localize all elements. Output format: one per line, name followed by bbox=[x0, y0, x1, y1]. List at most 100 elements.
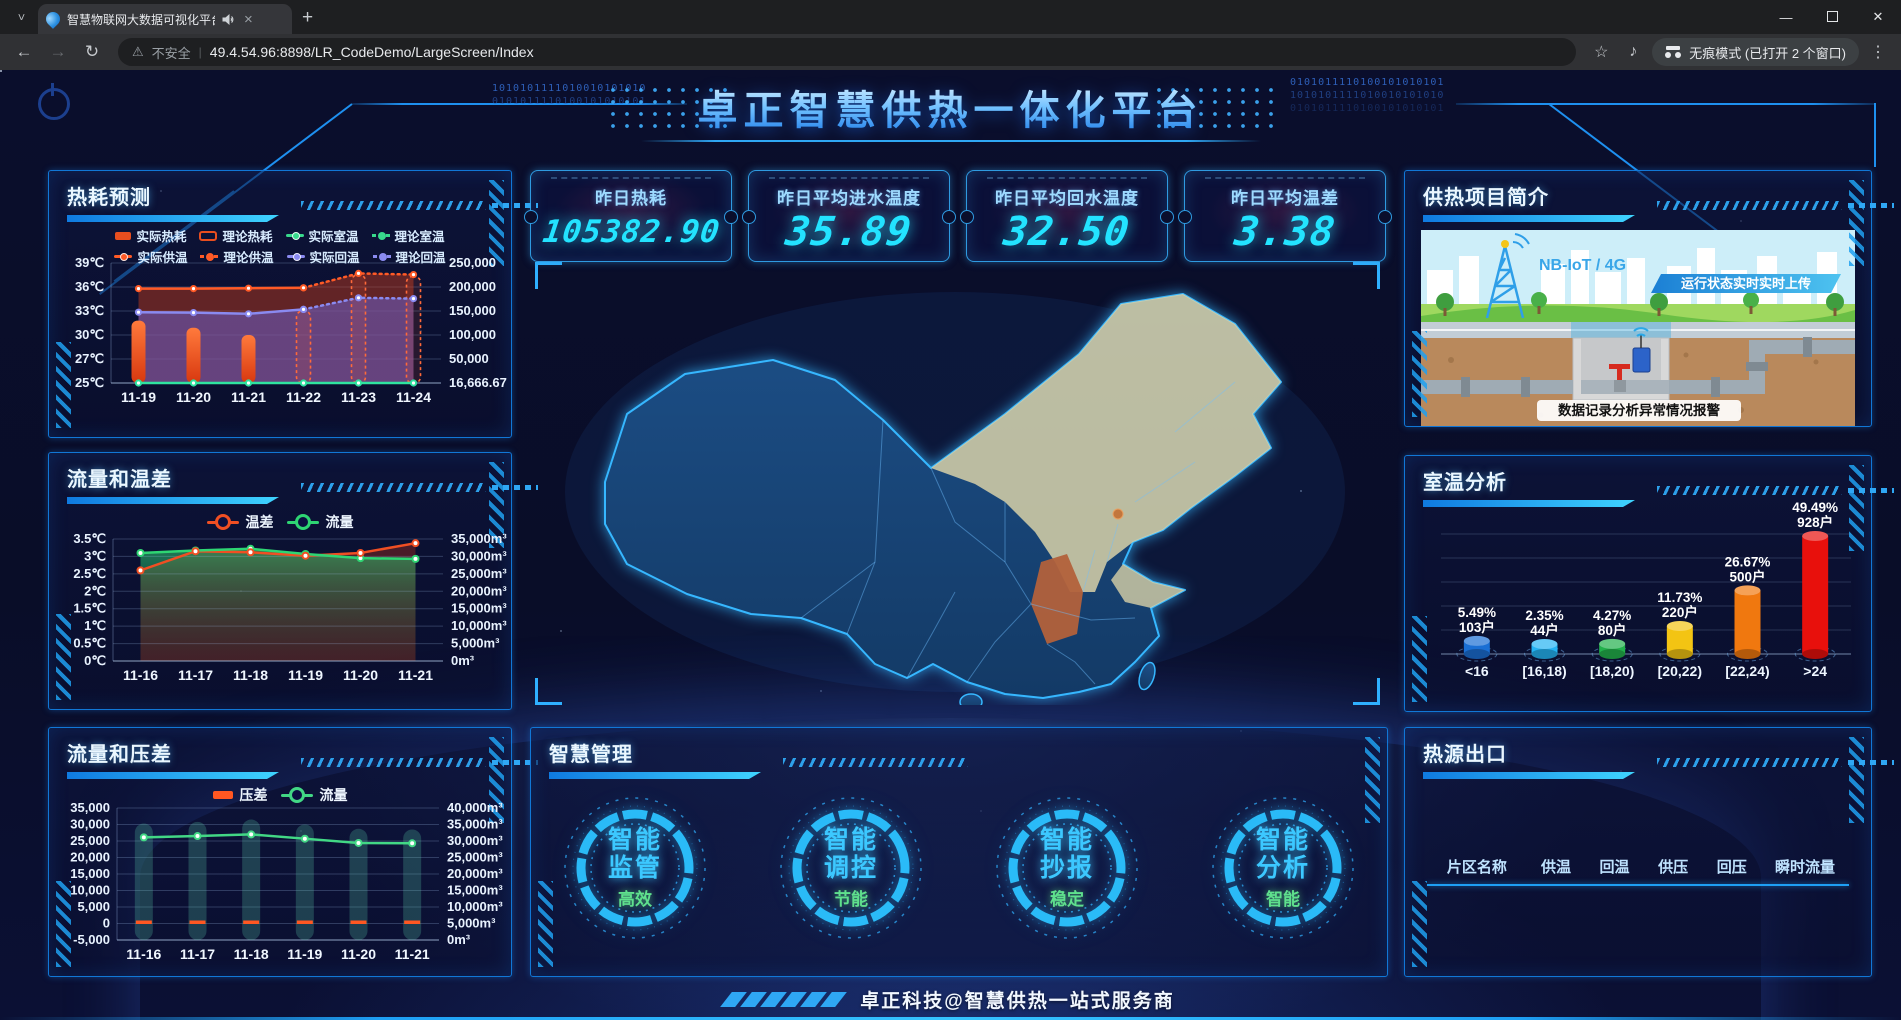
tab-close-icon[interactable]: × bbox=[242, 11, 255, 28]
stat-label: 昨日平均回水温度 bbox=[995, 184, 1139, 209]
svg-text:10,000m³: 10,000m³ bbox=[451, 618, 507, 633]
legend-item[interactable]: 实际室温 bbox=[286, 226, 359, 245]
svg-text:11-19: 11-19 bbox=[288, 667, 323, 683]
svg-text:20,000: 20,000 bbox=[70, 850, 110, 865]
svg-text:2℃: 2℃ bbox=[84, 583, 106, 598]
forward-button[interactable]: → bbox=[44, 42, 72, 62]
map-beijing-dot bbox=[1113, 509, 1123, 519]
svg-text:15,000m³: 15,000m³ bbox=[447, 883, 503, 898]
svg-text:11-22: 11-22 bbox=[286, 389, 321, 405]
svg-text:11-19: 11-19 bbox=[121, 389, 156, 405]
browser-tab[interactable]: 智慧物联网大数据可视化平台 × bbox=[38, 4, 292, 34]
management-label-line1: 智能 bbox=[608, 826, 662, 854]
svg-text:11-16: 11-16 bbox=[126, 946, 161, 962]
svg-text:11-19: 11-19 bbox=[287, 946, 322, 962]
svg-text:27℃: 27℃ bbox=[75, 351, 104, 366]
window-minimize-button[interactable]: — bbox=[1763, 10, 1809, 25]
management-label-line1: 智能 bbox=[824, 826, 878, 854]
svg-text:10,000m³: 10,000m³ bbox=[447, 899, 503, 914]
window-close-button[interactable]: ✕ bbox=[1855, 9, 1901, 25]
svg-text:200,000: 200,000 bbox=[449, 279, 496, 294]
outlet-column-header: 供压 bbox=[1644, 856, 1703, 877]
stats-row: 昨日热耗105382.90昨日平均进水温度35.89昨日平均回水温度32.50昨… bbox=[530, 170, 1386, 262]
svg-text:11-20: 11-20 bbox=[176, 389, 211, 405]
svg-text:11-18: 11-18 bbox=[233, 667, 268, 683]
svg-text:<16: <16 bbox=[1465, 663, 1489, 679]
project-intro-illustration: NB-IoT / 4G 运行状态实时实时上传 数据记录分析异常情况报警 bbox=[1421, 230, 1855, 426]
media-controls-icon[interactable]: ♪ bbox=[1620, 43, 1646, 61]
caption-text: 数据记录分析异常情况报警 bbox=[1558, 402, 1720, 418]
back-button[interactable]: ← bbox=[10, 42, 38, 62]
svg-text:35,000: 35,000 bbox=[70, 800, 110, 815]
tower-label: NB-IoT / 4G bbox=[1539, 257, 1626, 274]
legend-label: 实际热耗 bbox=[136, 226, 186, 245]
stat-value: 3.38 bbox=[1232, 209, 1339, 255]
panel-heat-outlet: 热源出口 片区名称供温回温供压回压瞬时流量 bbox=[1404, 727, 1872, 977]
browser-menu-icon[interactable]: ⋮ bbox=[1865, 42, 1891, 62]
svg-text:11.73%: 11.73% bbox=[1657, 590, 1702, 605]
stat-value: 105382.90 bbox=[539, 209, 722, 255]
svg-text:44户: 44户 bbox=[1530, 622, 1559, 638]
address-bar[interactable]: ⚠ 不安全 | 49.4.54.96:8898/LR_CodeDemo/Larg… bbox=[118, 38, 1576, 66]
legend-item[interactable]: 理论热耗 bbox=[199, 226, 272, 245]
svg-text:0m³: 0m³ bbox=[451, 653, 475, 668]
management-label-line1: 智能 bbox=[1040, 826, 1094, 854]
svg-text:11-24: 11-24 bbox=[396, 389, 431, 405]
incognito-badge[interactable]: 无痕模式 (已打开 2 个窗口) bbox=[1652, 38, 1859, 66]
tab-audio-icon[interactable] bbox=[222, 13, 235, 26]
legend-item[interactable]: 实际热耗 bbox=[115, 226, 186, 245]
svg-text:150,000: 150,000 bbox=[449, 303, 496, 318]
flow-pressdiff-chart: 35,00040,000m³30,00035,000m³25,00030,000… bbox=[55, 800, 507, 978]
svg-text:4.27%: 4.27% bbox=[1593, 608, 1631, 623]
svg-text:30,000: 30,000 bbox=[70, 817, 110, 832]
bookmark-star-icon[interactable]: ☆ bbox=[1588, 42, 1614, 62]
tab-search-button[interactable]: > bbox=[8, 3, 36, 31]
svg-text:5.49%: 5.49% bbox=[1458, 605, 1496, 620]
legend-item[interactable]: 理论室温 bbox=[372, 226, 445, 245]
svg-text:10,000: 10,000 bbox=[70, 883, 110, 898]
panel-management: 智慧管理 智能监管高效智能调控节能智能抄报稳定智能分析智能 bbox=[530, 727, 1388, 977]
new-tab-button[interactable]: + bbox=[302, 7, 313, 29]
dashboard-screen: 1010101111010010101010010101111010010101… bbox=[0, 70, 1901, 1020]
window-controls: — ✕ bbox=[1763, 0, 1901, 34]
panel-room-temp: 室温分析 5.49%103户<162.35%44户[16,18)4.27%80户… bbox=[1404, 455, 1872, 712]
svg-text:1℃: 1℃ bbox=[84, 618, 106, 633]
legend-label: 实际室温 bbox=[309, 226, 359, 245]
svg-text:11-18: 11-18 bbox=[234, 946, 269, 962]
management-label-line2: 抄报 bbox=[1040, 854, 1094, 882]
svg-text:2.35%: 2.35% bbox=[1525, 608, 1563, 623]
svg-text:-5,000: -5,000 bbox=[73, 932, 110, 947]
outlet-column-header: 回压 bbox=[1702, 856, 1761, 877]
svg-text:20,000m³: 20,000m³ bbox=[451, 583, 507, 598]
management-item: 智能分析智能 bbox=[1209, 794, 1357, 942]
china-map bbox=[535, 262, 1380, 705]
window-restore-button[interactable] bbox=[1809, 10, 1855, 25]
reload-button[interactable]: ↻ bbox=[78, 42, 106, 62]
svg-text:2.5℃: 2.5℃ bbox=[73, 566, 106, 581]
svg-text:103户: 103户 bbox=[1459, 619, 1495, 635]
header-line-right bbox=[1456, 103, 1876, 105]
stat-box: 昨日平均回水温度32.50 bbox=[966, 170, 1168, 262]
svg-text:50,000: 50,000 bbox=[449, 351, 489, 366]
svg-text:25,000: 25,000 bbox=[70, 833, 110, 848]
svg-text:11-23: 11-23 bbox=[341, 389, 376, 405]
management-label-line1: 智能 bbox=[1256, 826, 1310, 854]
svg-text:11-20: 11-20 bbox=[341, 946, 376, 962]
svg-text:0m³: 0m³ bbox=[447, 932, 471, 947]
svg-text:36℃: 36℃ bbox=[75, 279, 104, 294]
outlet-table-header: 片区名称供温回温供压回压瞬时流量 bbox=[1427, 856, 1849, 877]
flow-tempdiff-chart: 3.5℃35,000m³3℃30,000m³2.5℃25,000m³2℃20,0… bbox=[55, 529, 507, 705]
management-tag: 高效 bbox=[618, 885, 652, 910]
svg-text:11-17: 11-17 bbox=[180, 946, 215, 962]
outlet-column-header: 片区名称 bbox=[1427, 856, 1527, 877]
page-title: 卓正智慧供热一体化平台 bbox=[698, 78, 1204, 136]
svg-text:11-20: 11-20 bbox=[343, 667, 378, 683]
china-map-svg bbox=[535, 262, 1380, 705]
svg-text:15,000m³: 15,000m³ bbox=[451, 601, 507, 616]
svg-text:35,000m³: 35,000m³ bbox=[451, 531, 507, 546]
title-underline bbox=[641, 140, 1261, 142]
power-icon[interactable] bbox=[38, 88, 70, 120]
svg-text:40,000m³: 40,000m³ bbox=[447, 800, 503, 815]
signal-beam bbox=[1571, 322, 1671, 338]
svg-text:20,000m³: 20,000m³ bbox=[447, 866, 503, 881]
